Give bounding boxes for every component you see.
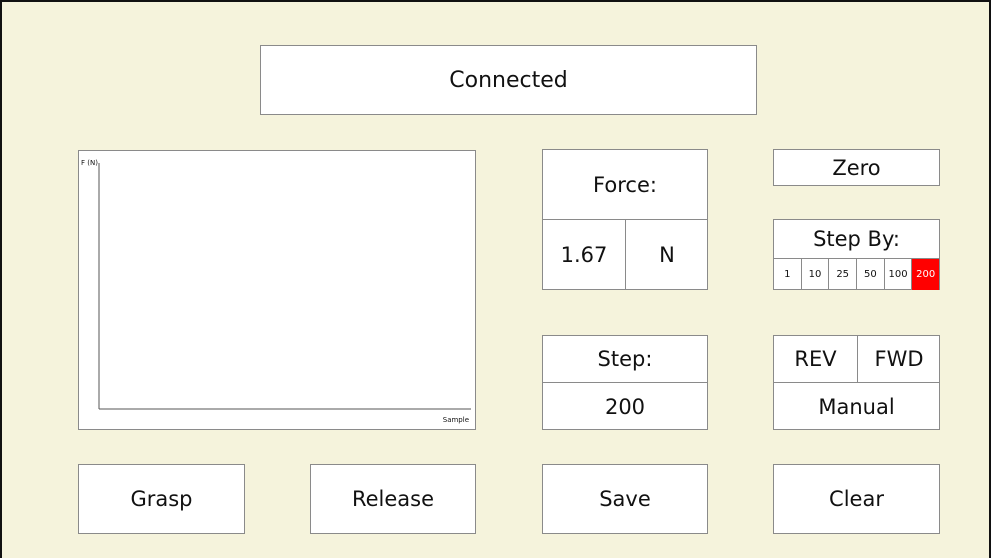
step-by-panel: Step By: 1 10 25 50 100 200 [773,219,940,290]
y-axis-label: F (N) [81,159,98,167]
connection-status: Connected [260,45,757,115]
step-by-option-50[interactable]: 50 [857,259,885,290]
save-button-label: Save [599,487,651,511]
step-by-option-25[interactable]: 25 [829,259,858,290]
release-button-label: Release [351,487,435,511]
step-by-title: Step By: [813,227,900,251]
force-title: Force: [543,150,707,220]
force-panel: Force: 1.67 N [542,149,708,290]
step-title: Step: [543,336,707,383]
step-by-option-200[interactable]: 200 [912,259,940,290]
force-plot: F (N) Sample [78,150,476,430]
save-button[interactable]: Save [542,464,708,534]
clear-button-label: Clear [829,487,884,511]
step-by-option-100[interactable]: 100 [885,259,913,290]
grasp-button[interactable]: Grasp [78,464,245,534]
step-panel: Step: 200 [542,335,708,430]
manual-panel: REV FWD Manual [773,335,940,430]
plot-axes [98,163,471,410]
x-axis-label: Sample [442,416,469,424]
manual-mode-button[interactable]: Manual [774,383,939,430]
release-button[interactable]: Release [310,464,476,534]
connection-status-label: Connected [449,67,568,93]
force-unit: N [659,243,675,267]
step-by-options: 1 10 25 50 100 200 [774,258,940,290]
step-by-option-1[interactable]: 1 [774,259,802,290]
step-value: 200 [604,394,646,419]
rev-button[interactable]: REV [774,336,858,383]
zero-button-label: Zero [832,155,881,180]
clear-button[interactable]: Clear [773,464,940,534]
force-value: 1.67 [543,220,626,290]
step-by-option-10[interactable]: 10 [802,259,830,290]
zero-button[interactable]: Zero [773,149,940,186]
app-frame: Connected F (N) Sample Force: 1.67 N Ste… [0,0,991,558]
fwd-button[interactable]: FWD [858,336,940,383]
grasp-button-label: Grasp [130,487,193,511]
